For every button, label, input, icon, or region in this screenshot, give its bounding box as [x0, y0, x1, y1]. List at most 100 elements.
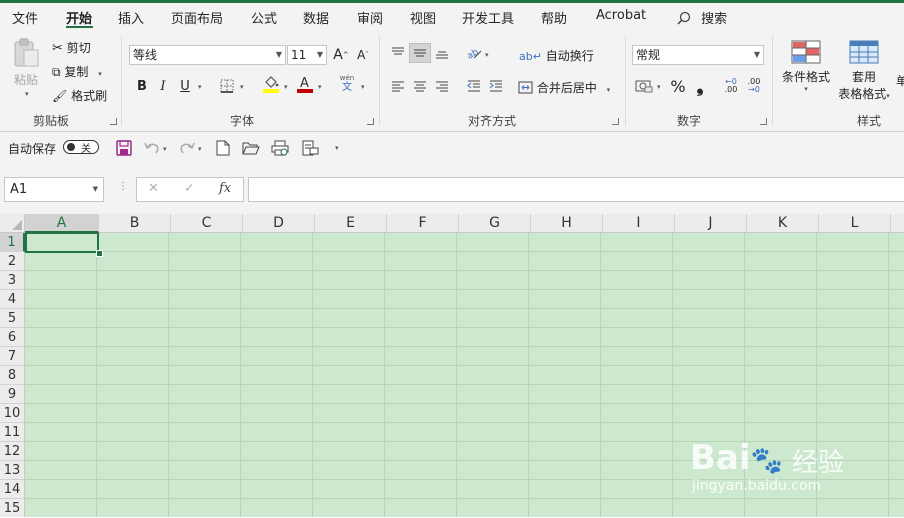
decrease-indent-button[interactable]	[463, 76, 485, 96]
conditional-formatting-dropdown[interactable]: ▾	[780, 85, 832, 93]
alignment-launcher[interactable]	[612, 118, 619, 125]
copy-dropdown[interactable]: ▾	[98, 70, 102, 78]
tab-data[interactable]: 数据	[303, 8, 329, 27]
undo-button[interactable]	[141, 138, 163, 158]
redo-dropdown[interactable]: ▾	[198, 145, 202, 153]
accounting-dropdown[interactable]: ▾	[657, 83, 661, 91]
format-painter-button[interactable]: 🖌 格式刷	[52, 87, 107, 104]
column-header-b[interactable]: B	[99, 214, 171, 233]
align-left-button[interactable]	[387, 76, 409, 96]
column-header-c[interactable]: C	[171, 214, 243, 233]
fill-color-dropdown[interactable]: ▾	[284, 83, 288, 91]
bold-button[interactable]: B	[131, 76, 153, 96]
cancel-icon[interactable]: ✕	[148, 181, 159, 196]
font-color-button[interactable]: A	[294, 74, 316, 94]
row-header-4[interactable]: 4	[0, 290, 25, 309]
copy-button[interactable]: ⧉ 复制 ▾	[52, 63, 102, 80]
row-header-10[interactable]: 10	[0, 404, 25, 423]
tab-formulas[interactable]: 公式	[251, 8, 277, 27]
row-header-7[interactable]: 7	[0, 347, 25, 366]
tab-review[interactable]: 审阅	[357, 8, 383, 27]
column-header-i[interactable]: I	[603, 214, 675, 233]
merge-dropdown[interactable]: ▾	[607, 86, 611, 94]
formula-input[interactable]	[248, 177, 904, 202]
orientation-dropdown[interactable]: ▾	[485, 51, 489, 59]
phonetic-dropdown[interactable]: ▾	[361, 83, 365, 91]
grow-font-button[interactable]: A ^	[330, 45, 352, 65]
borders-button[interactable]	[216, 76, 238, 96]
search-box[interactable]: 搜索	[677, 8, 727, 27]
column-header-e[interactable]: E	[315, 214, 387, 233]
column-header-l[interactable]: L	[819, 214, 891, 233]
cell-styles-partial[interactable]: 单	[896, 72, 904, 89]
italic-button[interactable]: I	[152, 76, 174, 96]
column-header-m-partial[interactable]	[891, 214, 904, 233]
select-all-corner[interactable]	[0, 214, 25, 233]
fill-handle[interactable]	[96, 250, 103, 257]
font-launcher[interactable]	[367, 118, 374, 125]
number-format-select[interactable]: 常规 ▼	[632, 45, 764, 65]
percent-button[interactable]: %	[667, 76, 689, 96]
column-header-j[interactable]: J	[675, 214, 747, 233]
row-header-1[interactable]: 1	[0, 233, 25, 252]
number-launcher[interactable]	[760, 118, 767, 125]
align-bottom-button[interactable]	[431, 43, 453, 63]
increase-decimal-button[interactable]: ←0.00	[720, 76, 742, 96]
comma-style-button[interactable]: ❟	[689, 76, 711, 97]
conditional-formatting-button[interactable]: 条件格式 ▾	[780, 40, 832, 104]
font-size-select[interactable]: 11 ▼	[287, 45, 327, 65]
formula-bar-handle[interactable]: ⋮	[118, 181, 128, 192]
align-right-button[interactable]	[431, 76, 453, 96]
new-file-button[interactable]	[212, 138, 234, 158]
paste-button[interactable]: 粘贴 ▾	[12, 38, 42, 98]
tab-insert[interactable]: 插入	[118, 8, 144, 27]
increase-indent-button[interactable]	[485, 76, 507, 96]
column-header-k[interactable]: K	[747, 214, 819, 233]
quick-print-button[interactable]	[299, 138, 321, 158]
save-button[interactable]	[113, 138, 135, 158]
align-middle-button[interactable]	[409, 43, 431, 63]
redo-button[interactable]	[176, 138, 198, 158]
open-file-button[interactable]	[240, 138, 262, 158]
phonetic-button[interactable]: wén 文	[336, 74, 358, 94]
undo-dropdown[interactable]: ▾	[163, 145, 167, 153]
name-box[interactable]: A1 ▼	[4, 177, 104, 202]
print-preview-button[interactable]	[269, 138, 291, 158]
paste-dropdown[interactable]: ▾	[25, 90, 29, 98]
row-header-6[interactable]: 6	[0, 328, 25, 347]
decrease-decimal-button[interactable]: .00 →0	[743, 76, 765, 96]
column-header-f[interactable]: F	[387, 214, 459, 233]
tab-developer[interactable]: 开发工具	[462, 8, 514, 27]
font-color-dropdown[interactable]: ▾	[318, 83, 322, 91]
row-header-13[interactable]: 13	[0, 461, 25, 480]
column-header-d[interactable]: D	[243, 214, 315, 233]
row-header-5[interactable]: 5	[0, 309, 25, 328]
row-header-3[interactable]: 3	[0, 271, 25, 290]
row-header-8[interactable]: 8	[0, 366, 25, 385]
column-header-g[interactable]: G	[459, 214, 531, 233]
orientation-button[interactable]: ab	[463, 43, 485, 63]
tab-help[interactable]: 帮助	[541, 8, 567, 27]
column-header-h[interactable]: H	[531, 214, 603, 233]
font-name-select[interactable]: 等线 ▼	[129, 45, 286, 65]
row-header-12[interactable]: 12	[0, 442, 25, 461]
accounting-format-button[interactable]	[633, 76, 655, 96]
fill-color-button[interactable]	[260, 74, 282, 94]
row-header-14[interactable]: 14	[0, 480, 25, 499]
format-as-table-button[interactable]: 套用 表格格式▾	[835, 40, 893, 104]
merge-center-button[interactable]: 合并后居中 ▾	[518, 79, 610, 96]
align-center-button[interactable]	[409, 76, 431, 96]
row-header-2[interactable]: 2	[0, 252, 25, 271]
borders-dropdown[interactable]: ▾	[240, 83, 244, 91]
insert-function-icon[interactable]: fx	[219, 181, 231, 196]
row-header-9[interactable]: 9	[0, 385, 25, 404]
align-top-button[interactable]	[387, 43, 409, 63]
enter-icon[interactable]: ✓	[184, 181, 195, 196]
tab-page-layout[interactable]: 页面布局	[171, 8, 223, 27]
column-header-a[interactable]: A	[25, 214, 99, 233]
underline-dropdown[interactable]: ▾	[198, 83, 202, 91]
shrink-font-button[interactable]: Aˇ	[352, 45, 374, 65]
autosave-toggle[interactable]: 关	[63, 140, 99, 155]
tab-file[interactable]: 文件	[12, 8, 38, 27]
wrap-text-button[interactable]: ab↵ 自动换行	[519, 47, 594, 64]
